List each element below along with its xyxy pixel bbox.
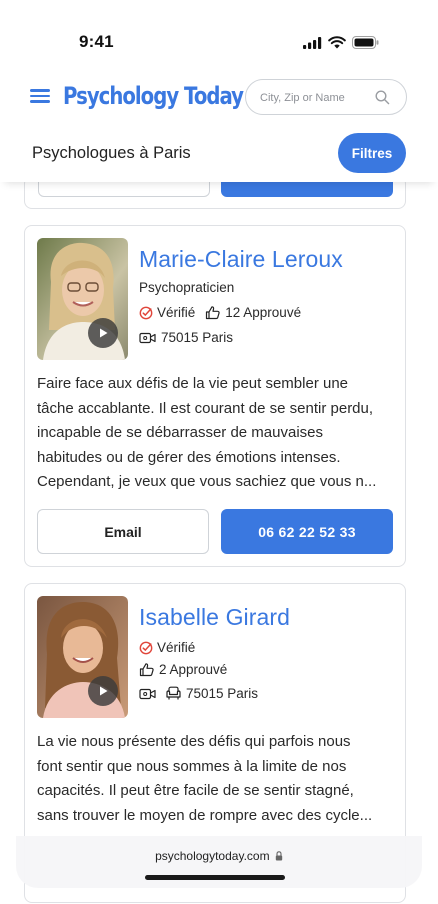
wifi-icon xyxy=(328,36,346,49)
filters-button[interactable]: Filtres xyxy=(338,133,406,173)
search-input[interactable] xyxy=(260,88,378,108)
home-indicator[interactable] xyxy=(145,875,285,880)
search-icon[interactable] xyxy=(375,90,390,105)
profile-name[interactable]: Marie-Claire Leroux xyxy=(139,246,343,273)
profile-card[interactable]: Marie-Claire Leroux Psychopraticien Véri… xyxy=(24,225,406,567)
profile-badges: Vérifié 12 Approuvé xyxy=(139,305,301,320)
profile-bio: Faire face aux défis de la vie peut semb… xyxy=(37,372,397,495)
video-session-icon xyxy=(139,688,156,699)
verified-label: Vérifié xyxy=(157,640,196,655)
thumbs-up-icon xyxy=(139,663,154,677)
in-person-session-icon xyxy=(166,686,181,700)
verified-icon xyxy=(139,641,153,654)
play-icon xyxy=(100,328,108,338)
profile-verified: Vérifié xyxy=(139,640,195,655)
browser-address-bar[interactable]: psychologytoday.com xyxy=(16,836,422,888)
url-text: psychologytoday.com xyxy=(155,849,270,863)
search-box[interactable] xyxy=(245,79,407,115)
site-header: Psychology Today xyxy=(0,70,438,126)
verified-icon xyxy=(139,306,153,319)
video-session-icon xyxy=(139,332,156,343)
thumbs-up-icon xyxy=(206,306,220,320)
site-logo[interactable]: Psychology Today xyxy=(63,80,244,112)
signal-icon xyxy=(303,36,322,49)
verified-label: Vérifié xyxy=(157,305,196,320)
bio-line: Faire face aux défis de la vie peut semb… xyxy=(37,375,349,392)
endorsement-count: 12 Approuvé xyxy=(225,305,302,320)
url-display[interactable]: psychologytoday.com xyxy=(16,849,422,863)
email-button[interactable]: Email xyxy=(37,509,209,554)
status-time: 9:41 xyxy=(79,32,114,51)
bio-line: Cependant, je veux que vous sachiez que … xyxy=(37,473,377,490)
bio-line: sans trouver le moyen de rompre avec des… xyxy=(37,806,373,824)
profile-name[interactable]: Isabelle Girard xyxy=(139,604,290,631)
hamburger-menu-icon[interactable] xyxy=(30,86,50,108)
bio-line: La vie nous présente des défis qui parfo… xyxy=(37,733,351,750)
location-text: 75015 Paris xyxy=(186,686,259,701)
play-video-button[interactable] xyxy=(88,318,118,348)
profile-location: 75015 Paris xyxy=(139,330,233,345)
status-icons xyxy=(303,36,379,49)
bio-line: tâche accablante. Il est courant de se s… xyxy=(37,399,374,417)
profile-photo[interactable] xyxy=(37,596,128,718)
play-icon xyxy=(100,686,108,696)
phone-button[interactable]: 06 62 22 52 33 xyxy=(221,509,393,554)
page-title: Psychologues à Paris xyxy=(32,144,191,162)
status-bar: 9:41 xyxy=(0,0,438,62)
profile-location: 75015 Paris xyxy=(139,686,258,701)
battery-icon xyxy=(352,36,379,49)
profile-bio: La vie nous présente des défis qui parfo… xyxy=(37,730,397,828)
profile-photo[interactable] xyxy=(37,238,128,360)
bio-line: habitudes ou de gérer des émotions inten… xyxy=(37,448,341,466)
play-video-button[interactable] xyxy=(88,676,118,706)
bio-line: font sentir que nous sommes à la limite … xyxy=(37,757,347,775)
location-text: 75015 Paris xyxy=(161,330,234,345)
bio-line: incapable de se débarrasser de mauvaises xyxy=(37,424,324,441)
profile-endorsements: 2 Approuvé xyxy=(139,662,227,677)
lock-icon xyxy=(275,851,283,861)
results-header: Psychologues à Paris Filtres xyxy=(0,126,438,182)
profile-title: Psychopraticien xyxy=(139,280,235,295)
endorsement-count: 2 Approuvé xyxy=(159,662,228,677)
bio-line: capacités. Il peut être facile de se sen… xyxy=(37,782,354,799)
